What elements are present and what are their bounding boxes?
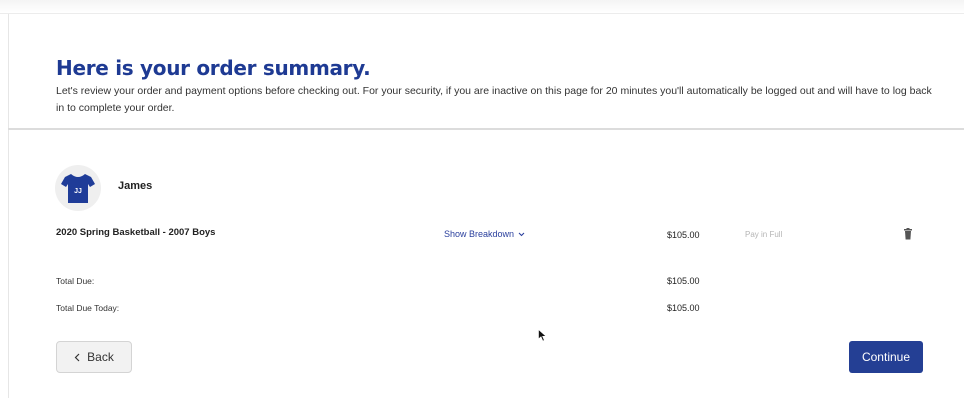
section-divider xyxy=(8,128,964,130)
total-due-value: $105.00 xyxy=(667,276,700,286)
total-due-today-value: $105.00 xyxy=(667,303,700,313)
frame-border xyxy=(8,14,9,398)
trash-icon[interactable] xyxy=(903,228,913,240)
back-label: Back xyxy=(87,350,114,364)
total-due-today-label: Total Due Today: xyxy=(56,303,120,313)
jersey-icon: JJ xyxy=(61,174,95,203)
order-item-price: $105.00 xyxy=(667,230,700,240)
page-title: Here is your order summary. xyxy=(56,56,371,80)
top-bar-shade xyxy=(0,0,964,14)
player-avatar: JJ xyxy=(55,165,101,211)
chevron-left-icon xyxy=(74,353,80,361)
jersey-text: JJ xyxy=(74,188,82,195)
player-name: James xyxy=(118,180,153,192)
order-item-name: 2020 Spring Basketball - 2007 Boys xyxy=(56,227,216,238)
mouse-cursor-icon xyxy=(538,329,547,342)
show-breakdown-label: Show Breakdown xyxy=(444,229,515,239)
total-due-label: Total Due: xyxy=(56,276,95,286)
continue-label: Continue xyxy=(861,350,911,364)
page-description: Let's review your order and payment opti… xyxy=(56,85,932,114)
show-breakdown-link[interactable]: Show Breakdown xyxy=(444,229,525,239)
order-summary-header: Here is your order summary. Let's review… xyxy=(56,56,946,117)
back-button[interactable]: Back xyxy=(56,341,132,373)
chevron-down-icon xyxy=(518,232,525,236)
continue-button[interactable]: Continue xyxy=(849,341,923,373)
payment-option[interactable]: Pay in Full xyxy=(745,230,782,239)
